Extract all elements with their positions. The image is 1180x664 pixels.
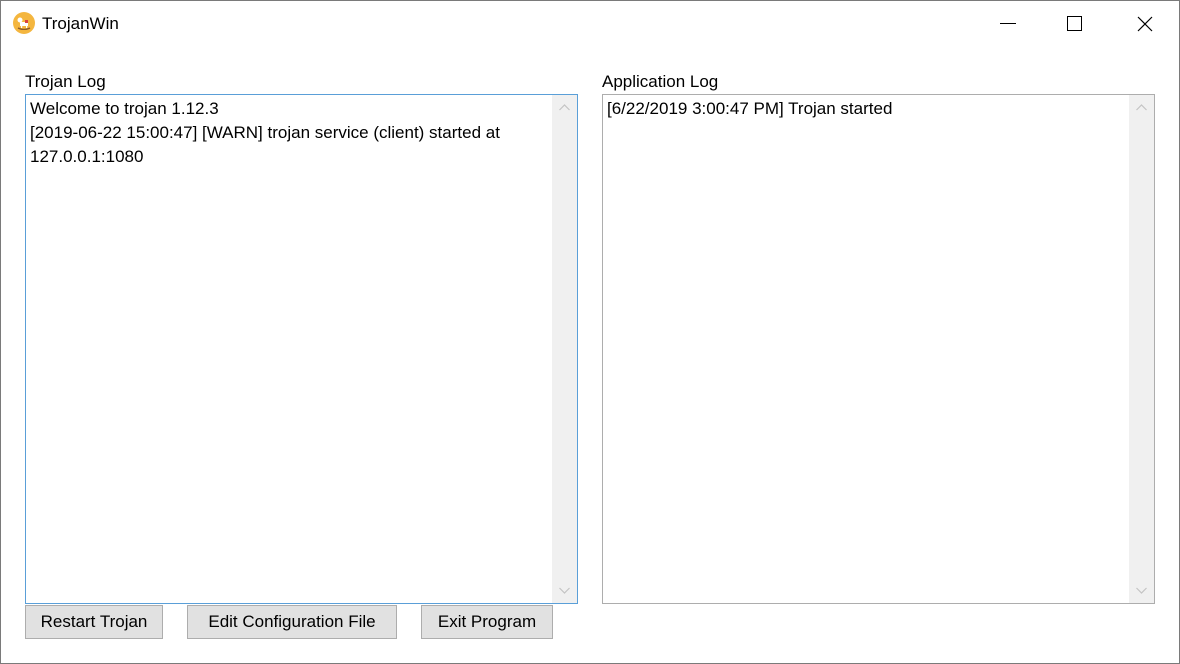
scroll-up-button[interactable]	[552, 95, 577, 120]
scroll-down-button[interactable]	[1129, 578, 1154, 603]
scroll-up-button[interactable]	[1129, 95, 1154, 120]
trojan-log-scrollbar[interactable]	[552, 95, 577, 603]
maximize-button[interactable]	[1052, 1, 1098, 46]
application-log-textbox[interactable]: [6/22/2019 3:00:47 PM] Trojan started	[602, 94, 1155, 604]
minimize-button[interactable]	[985, 1, 1031, 46]
application-log-label: Application Log	[602, 72, 719, 91]
window-title: TrojanWin	[42, 14, 119, 33]
chevron-down-icon	[1136, 587, 1147, 594]
restart-trojan-button[interactable]: Restart Trojan	[25, 605, 163, 639]
maximize-icon	[1067, 15, 1082, 31]
main-window: TrojanWin Trojan Log Welcome to trojan 1…	[0, 0, 1180, 664]
chevron-down-icon	[559, 587, 570, 594]
trojan-log-label: Trojan Log	[25, 72, 106, 91]
rocking-horse-icon	[13, 12, 35, 34]
trojan-log-textbox[interactable]: Welcome to trojan 1.12.3 [2019-06-22 15:…	[25, 94, 578, 604]
trojan-log-text: Welcome to trojan 1.12.3 [2019-06-22 15:…	[30, 99, 500, 166]
application-log-text: [6/22/2019 3:00:47 PM] Trojan started	[607, 99, 893, 118]
chevron-up-icon	[559, 104, 570, 111]
title-bar[interactable]: TrojanWin	[1, 1, 1179, 46]
scroll-down-button[interactable]	[552, 578, 577, 603]
edit-configuration-button[interactable]: Edit Configuration File	[187, 605, 397, 639]
close-icon	[1137, 16, 1153, 31]
minimize-icon	[1000, 22, 1016, 24]
chevron-up-icon	[1136, 104, 1147, 111]
close-button[interactable]	[1122, 1, 1168, 46]
application-log-scrollbar[interactable]	[1129, 95, 1154, 603]
exit-program-button[interactable]: Exit Program	[421, 605, 553, 639]
